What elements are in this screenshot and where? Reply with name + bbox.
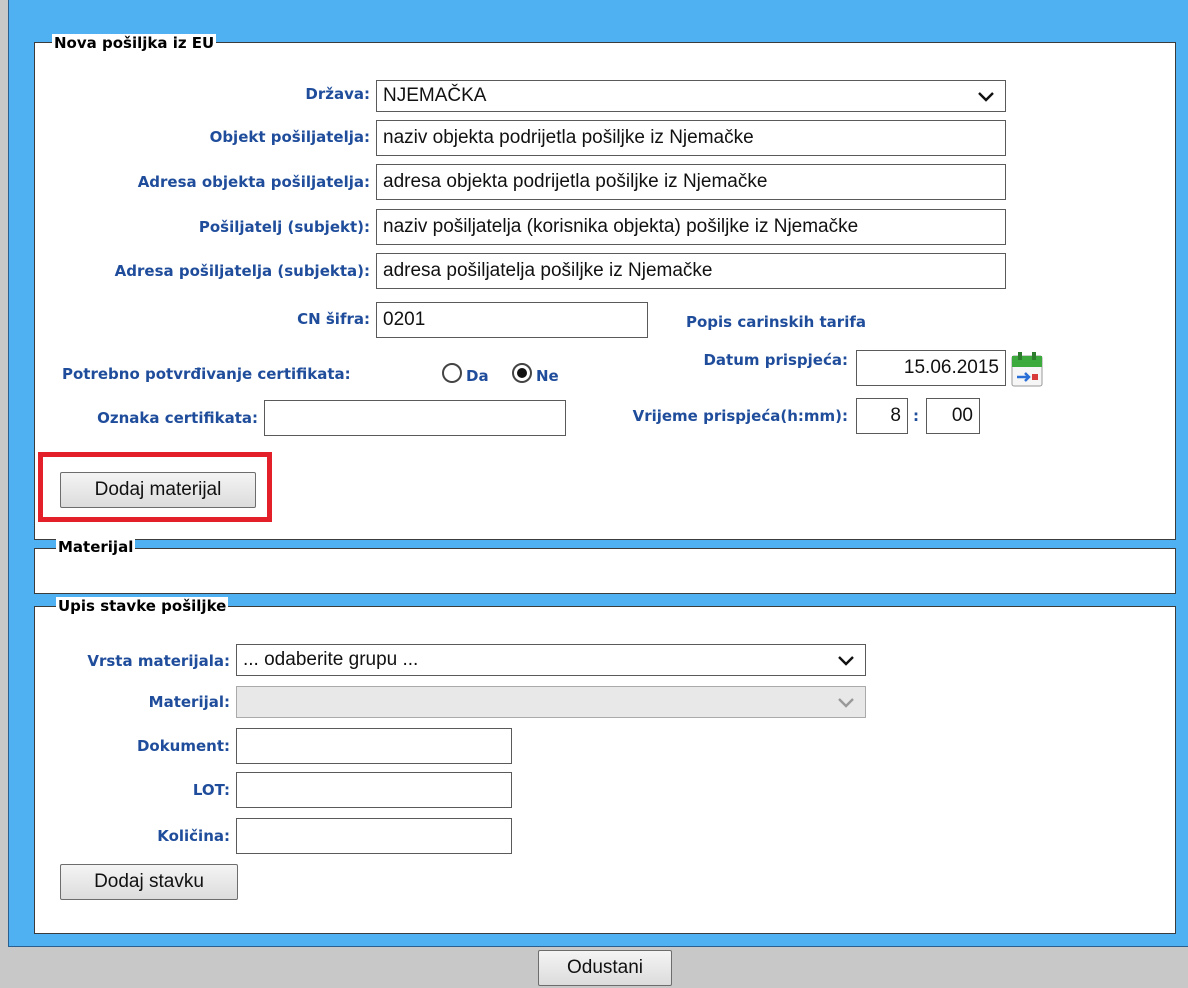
chevron-down-icon: [978, 92, 994, 102]
country-label: Država:: [305, 85, 370, 103]
material-label: Materijal:: [148, 693, 230, 711]
quantity-input[interactable]: [236, 818, 512, 854]
radio-selected-dot: [517, 368, 527, 378]
document-input[interactable]: [236, 728, 512, 764]
material-type-label: Vrsta materijala:: [87, 652, 230, 670]
quantity-label: Količina:: [157, 827, 230, 845]
cancel-button[interactable]: Odustani: [538, 950, 672, 986]
country-select-value: NJEMAČKA: [383, 85, 487, 106]
arrival-minute-input[interactable]: 00: [926, 398, 980, 434]
material-legend: Materijal: [56, 538, 136, 556]
shipment-legend: Nova pošiljka iz EU: [52, 34, 217, 52]
cn-input[interactable]: 0201: [376, 302, 648, 338]
highlight-box: [38, 452, 272, 522]
cert-required-label: Potrebno potvrđivanje certifikata:: [62, 365, 351, 383]
lot-input[interactable]: [236, 772, 512, 808]
cert-mark-label: Oznaka certifikata:: [97, 409, 258, 427]
chevron-down-icon: [838, 656, 854, 666]
sender-address-label: Adresa pošiljatelja (subjekta):: [114, 262, 370, 280]
object-label: Objekt pošiljatelja:: [209, 128, 370, 146]
cert-mark-input[interactable]: [264, 400, 566, 436]
add-item-button[interactable]: Dodaj stavku: [60, 864, 238, 900]
page: Nova pošiljka iz EU Država: NJEMAČKA Obj…: [0, 0, 1188, 988]
item-entry-legend: Upis stavke pošiljke: [56, 597, 229, 615]
arrival-time-label: Vrijeme prispjeća(h:mm):: [632, 407, 848, 425]
arrival-date-input[interactable]: 15.06.2015: [856, 350, 1006, 386]
country-select[interactable]: NJEMAČKA: [376, 80, 1006, 112]
cert-no-radio[interactable]: [512, 363, 532, 383]
tariff-link[interactable]: Popis carinskih tarifa: [686, 312, 866, 332]
object-input[interactable]: naziv objekta podrijetla pošiljke iz Nje…: [376, 120, 1006, 156]
material-type-select[interactable]: ... odaberite grupu ...: [236, 644, 866, 676]
cert-yes-label: Da: [466, 367, 489, 385]
chevron-down-icon: [838, 698, 854, 708]
sender-input[interactable]: naziv pošiljatelja (korisnika objekta) p…: [376, 209, 1006, 245]
material-panel: [34, 548, 1176, 594]
object-address-label: Adresa objekta pošiljatelja:: [137, 173, 370, 191]
sender-label: Pošiljatelj (subjekt):: [198, 218, 370, 236]
arrival-date-label: Datum prispjeća:: [703, 351, 848, 369]
cn-label: CN šifra:: [297, 310, 370, 328]
document-label: Dokument:: [136, 737, 230, 755]
arrival-hour-input[interactable]: 8: [856, 398, 908, 434]
material-select[interactable]: [236, 686, 866, 718]
time-separator: :: [913, 407, 919, 425]
lot-label: LOT:: [192, 781, 230, 799]
calendar-icon[interactable]: [1010, 350, 1044, 388]
object-address-input[interactable]: adresa objekta podrijetla pošiljke iz Nj…: [376, 164, 1006, 200]
material-type-select-value: ... odaberite grupu ...: [243, 649, 419, 670]
cert-yes-radio[interactable]: [442, 363, 462, 383]
cert-no-label: Ne: [536, 367, 559, 385]
sender-address-input[interactable]: adresa pošiljatelja pošiljke iz Njemačke: [376, 253, 1006, 289]
